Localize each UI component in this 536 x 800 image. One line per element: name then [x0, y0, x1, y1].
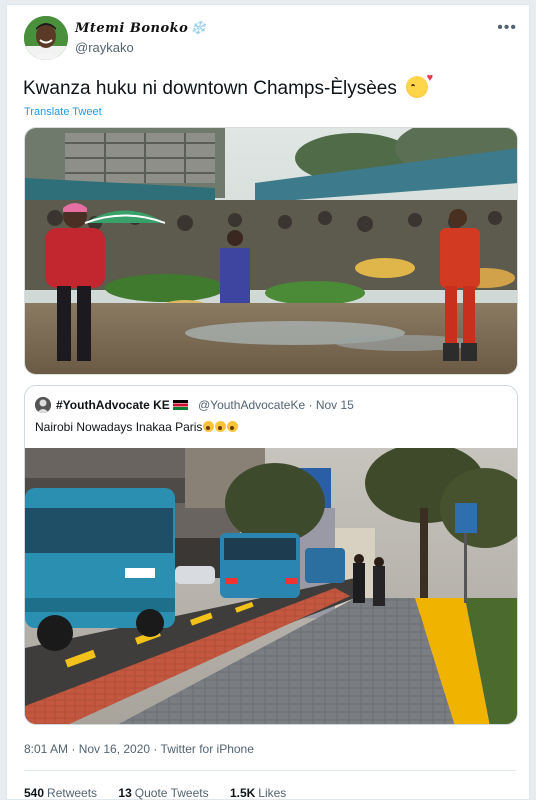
- tweet-photo[interactable]: [24, 127, 518, 375]
- tweet-stats: 540 Retweets 13 Quote Tweets 1.5K Likes: [24, 786, 304, 800]
- author-avatar[interactable]: [24, 16, 68, 60]
- translate-tweet-link[interactable]: Translate Tweet: [24, 106, 102, 118]
- quote-tweets-count: 13: [118, 786, 132, 800]
- retweets-count: 540: [24, 786, 45, 800]
- likes-count: 1.5K: [229, 786, 256, 800]
- tweet-text: Kwanza huku ni downtown Champs-Èlysèes: [23, 72, 433, 100]
- divider: [24, 770, 516, 771]
- author-name-text: Mtemi Bonoko: [75, 21, 189, 36]
- tweet-card: Mtemi Bonoko ❄️ @raykako ••• Kwanza huku …: [6, 4, 530, 800]
- likes-label: Likes: [258, 786, 287, 800]
- more-options-icon[interactable]: •••: [497, 19, 517, 37]
- retweets-stat[interactable]: 540 Retweets: [24, 786, 97, 800]
- author-display-name[interactable]: Mtemi Bonoko ❄️: [75, 21, 207, 36]
- quoted-author-avatar[interactable]: [35, 397, 51, 413]
- astonished-face-icon: [215, 421, 227, 432]
- quoted-tweet[interactable]: #YouthAdvocate KE @YouthAdvocateKe · Nov…: [24, 385, 518, 725]
- tweet-body: Kwanza huku ni downtown Champs-Èlysèes: [23, 78, 397, 99]
- quote-tweets-stat[interactable]: 13 Quote Tweets: [118, 786, 208, 800]
- astonished-face-icon: [203, 421, 215, 432]
- retweets-label: Retweets: [47, 786, 98, 800]
- astonished-face-icon: [227, 421, 239, 432]
- snowflake-icon: ❄️: [190, 21, 208, 36]
- author-handle[interactable]: @raykako: [75, 40, 134, 55]
- quoted-handle-date[interactable]: @YouthAdvocateKe · Nov 15: [198, 398, 354, 412]
- quoted-text: Nairobi Nowadays Inakaa Paris: [35, 420, 239, 434]
- quoted-author-name[interactable]: #YouthAdvocate KE: [56, 398, 188, 412]
- quoted-photo[interactable]: [25, 443, 517, 724]
- likes-stat[interactable]: 1.5K Likes: [230, 786, 286, 800]
- quote-tweets-label: Quote Tweets: [134, 786, 209, 800]
- quoted-text-body: Nairobi Nowadays Inakaa Paris: [35, 420, 203, 434]
- tweet-timestamp[interactable]: 8:01 AM · Nov 16, 2020 · Twitter for iPh…: [24, 742, 254, 756]
- quoted-name-text: #YouthAdvocate KE: [56, 398, 170, 412]
- kenya-flag-icon: [172, 400, 188, 410]
- smiling-face-with-hearts-icon: [406, 72, 433, 98]
